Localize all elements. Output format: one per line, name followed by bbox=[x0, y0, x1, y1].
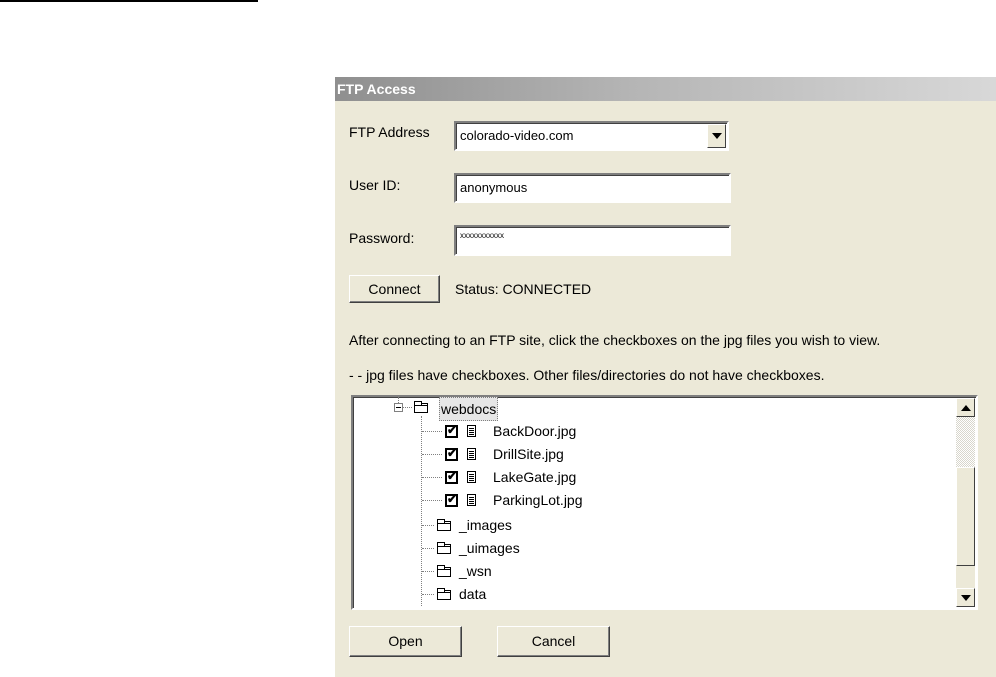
file-name: BackDoor.jpg bbox=[493, 423, 577, 439]
tree-folder-item[interactable]: _uimages bbox=[353, 537, 953, 559]
tree-line bbox=[422, 477, 442, 479]
folder-icon bbox=[437, 542, 451, 554]
document-icon bbox=[467, 471, 476, 483]
tree-line bbox=[422, 500, 442, 502]
connect-button[interactable]: Connect bbox=[349, 275, 440, 303]
tree-node-webdocs[interactable]: webdocs bbox=[353, 397, 953, 421]
tree-line bbox=[422, 431, 442, 433]
folder-icon bbox=[437, 565, 451, 577]
ftp-address-value: colorado-video.com bbox=[460, 128, 574, 143]
user-id-input[interactable]: anonymous bbox=[454, 173, 731, 203]
open-button[interactable]: Open bbox=[349, 626, 462, 657]
checkmark-icon: ✔ bbox=[447, 423, 458, 437]
tree-line bbox=[422, 594, 434, 596]
tree-folder-item[interactable]: _images bbox=[353, 514, 953, 536]
scroll-down-button[interactable] bbox=[956, 588, 975, 607]
folder-name: _wsn bbox=[459, 563, 492, 579]
folder-icon bbox=[414, 401, 428, 413]
folder-name: data bbox=[459, 586, 487, 602]
tree-file-item[interactable]: ✔ DrillSite.jpg bbox=[353, 443, 953, 465]
user-id-value: anonymous bbox=[460, 180, 528, 195]
tree-line bbox=[403, 407, 412, 409]
document-icon bbox=[467, 494, 476, 506]
scroll-track[interactable] bbox=[956, 417, 975, 467]
tree-folder-item[interactable]: _wsn bbox=[353, 560, 953, 582]
document-icon bbox=[467, 448, 476, 460]
top-rule bbox=[0, 0, 258, 2]
vertical-scrollbar[interactable] bbox=[956, 398, 975, 607]
ftp-access-dialog: FTP Access FTP Address colorado-video.co… bbox=[335, 77, 996, 677]
tree-node-label: webdocs bbox=[439, 397, 499, 421]
file-checkbox[interactable]: ✔ bbox=[445, 446, 458, 461]
folder-name: _images bbox=[459, 517, 512, 533]
tree-file-item[interactable]: ✔ ParkingLot.jpg bbox=[353, 489, 953, 511]
checkmark-icon: ✔ bbox=[447, 446, 458, 460]
folder-name: _uimages bbox=[459, 540, 520, 556]
dialog-title: FTP Access bbox=[335, 77, 996, 101]
file-checkbox[interactable]: ✔ bbox=[445, 469, 458, 484]
file-tree[interactable]: webdocs ✔ BackDoor.jpg ✔ DrillSite.jpg ✔… bbox=[351, 395, 978, 610]
chevron-up-icon bbox=[961, 405, 971, 411]
ftp-address-combo[interactable]: colorado-video.com bbox=[454, 121, 729, 151]
password-value: xxxxxxxxxxx bbox=[460, 231, 504, 240]
checkmark-icon: ✔ bbox=[447, 469, 458, 483]
password-label: Password: bbox=[349, 230, 415, 246]
chevron-down-icon bbox=[961, 595, 971, 601]
tree-line bbox=[422, 525, 434, 527]
folder-icon bbox=[437, 588, 451, 600]
scroll-up-button[interactable] bbox=[956, 398, 975, 417]
tree-folder-item[interactable]: data bbox=[353, 583, 953, 605]
file-checkbox[interactable]: ✔ bbox=[445, 423, 458, 438]
instruction-note: - - jpg files have checkboxes. Other fil… bbox=[349, 367, 825, 383]
chevron-down-icon bbox=[712, 133, 722, 139]
tree-file-item[interactable]: ✔ BackDoor.jpg bbox=[353, 420, 953, 442]
tree-line bbox=[422, 571, 434, 573]
user-id-label: User ID: bbox=[349, 177, 401, 193]
dropdown-button[interactable] bbox=[707, 124, 726, 148]
file-name: LakeGate.jpg bbox=[493, 469, 577, 485]
tree-line bbox=[422, 454, 442, 456]
cancel-button[interactable]: Cancel bbox=[497, 626, 610, 657]
password-input[interactable]: xxxxxxxxxxx bbox=[454, 225, 731, 256]
scroll-thumb[interactable] bbox=[956, 467, 975, 566]
status-text: Status: CONNECTED bbox=[455, 281, 592, 297]
ftp-address-label: FTP Address bbox=[349, 124, 430, 140]
file-name: ParkingLot.jpg bbox=[493, 492, 583, 508]
document-icon bbox=[467, 425, 476, 437]
collapse-icon[interactable] bbox=[394, 403, 403, 412]
checkmark-icon: ✔ bbox=[447, 492, 458, 506]
tree-line bbox=[422, 548, 434, 550]
file-checkbox[interactable]: ✔ bbox=[445, 492, 458, 507]
folder-icon bbox=[437, 519, 451, 531]
file-name: DrillSite.jpg bbox=[493, 446, 564, 462]
instruction-text: After connecting to an FTP site, click t… bbox=[349, 332, 881, 348]
tree-file-item[interactable]: ✔ LakeGate.jpg bbox=[353, 466, 953, 488]
